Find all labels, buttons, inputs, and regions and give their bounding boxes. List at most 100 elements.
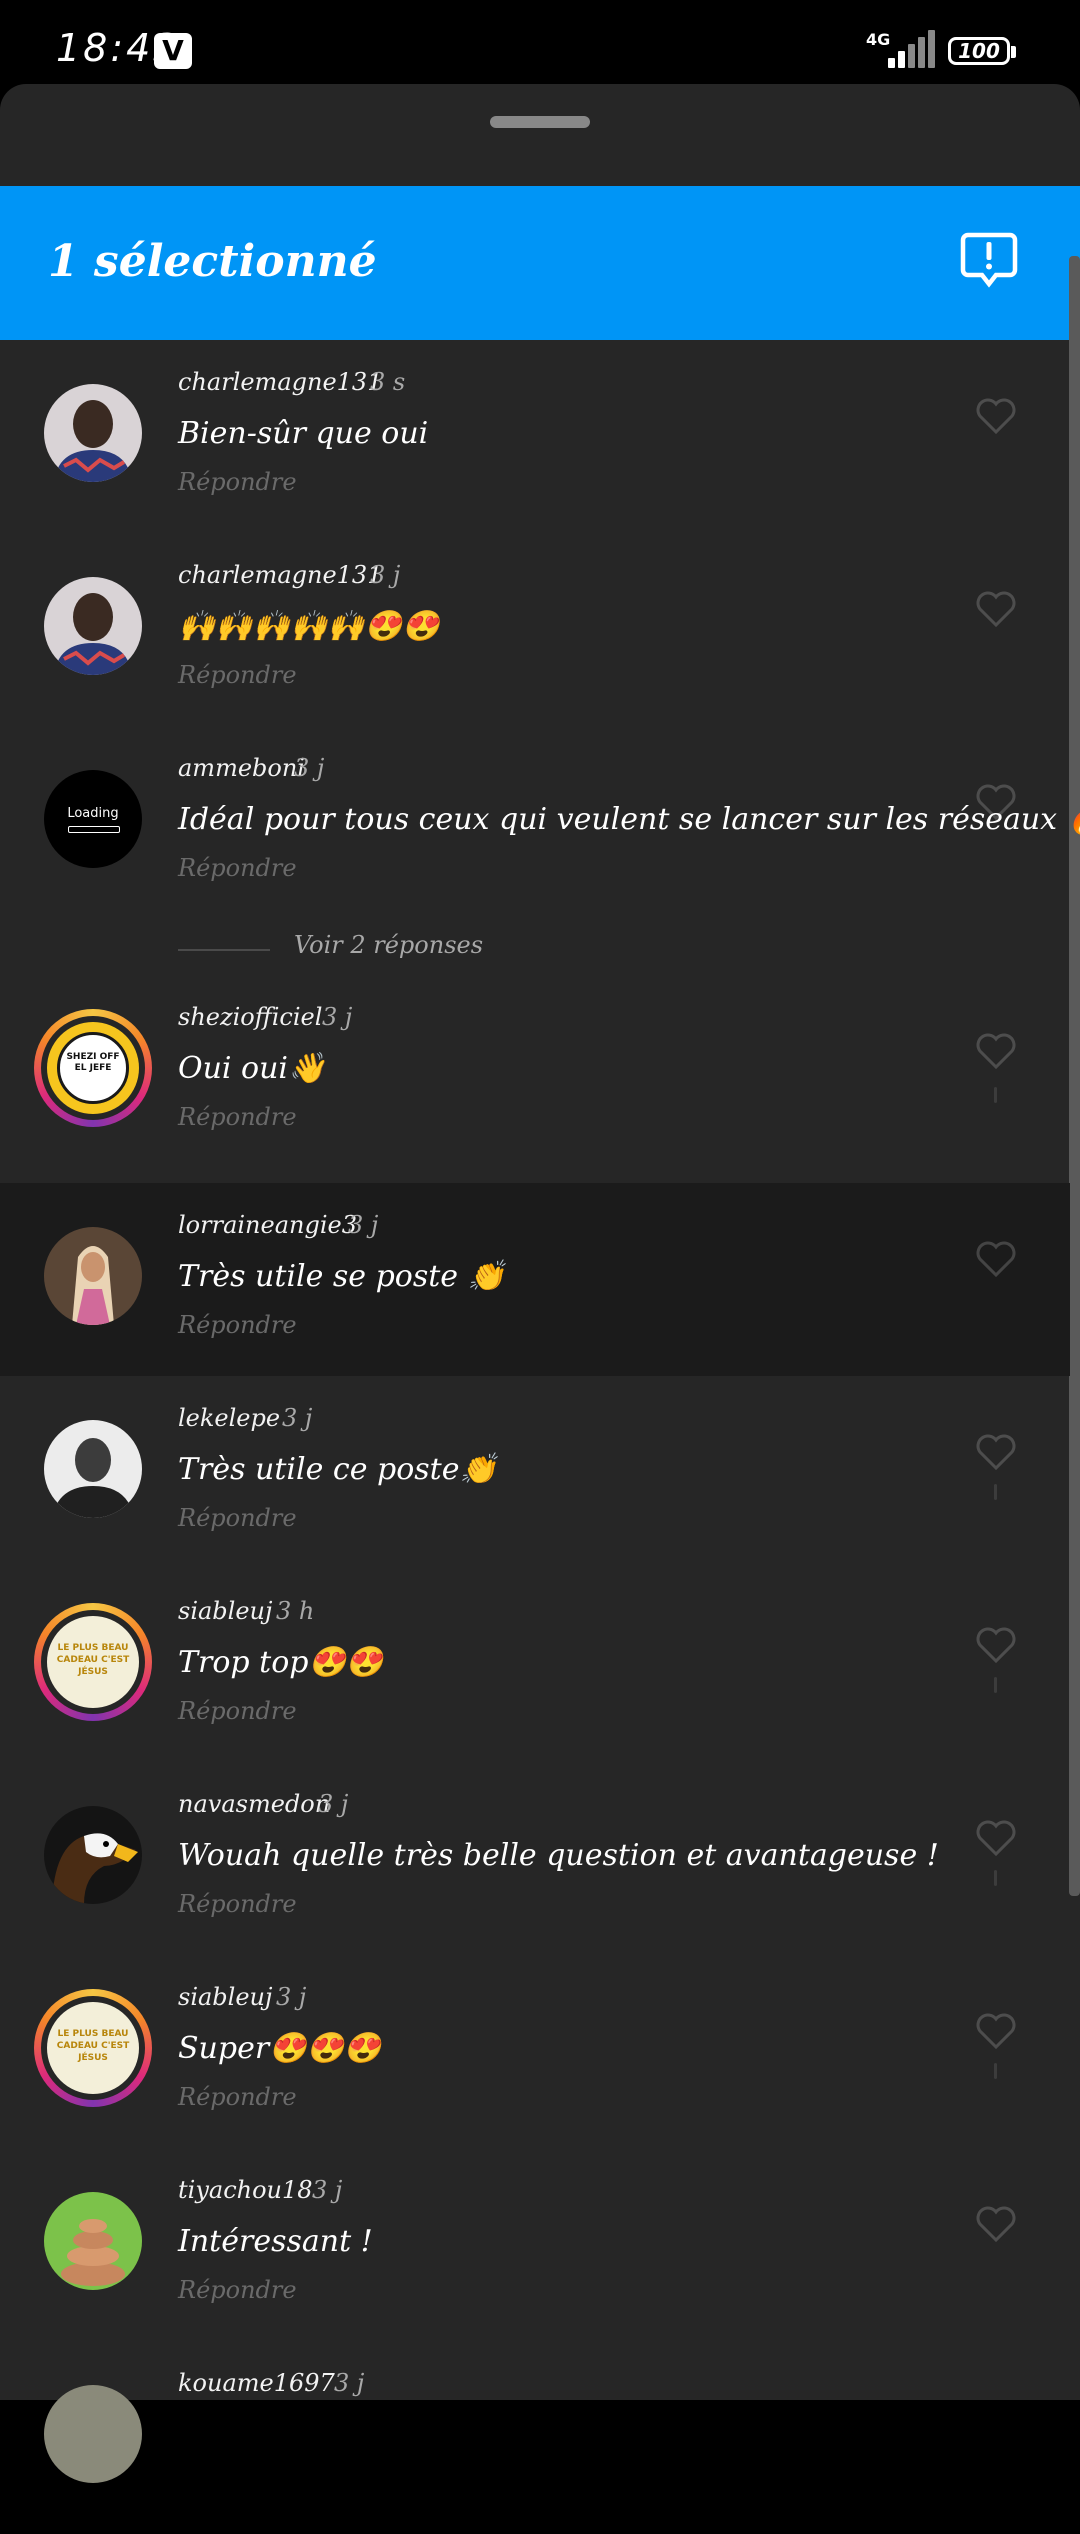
comment-username[interactable]: charlemagne131 bbox=[178, 368, 382, 396]
comment-time: 3 j bbox=[282, 1404, 313, 1432]
comment-username[interactable]: siableuj bbox=[178, 1597, 272, 1625]
comment-text: Super😍😍😍 bbox=[178, 2031, 382, 2066]
signal-icon bbox=[888, 30, 935, 68]
heart-icon[interactable] bbox=[976, 1820, 1016, 1856]
comment-username[interactable]: lorraineangie3 bbox=[178, 1211, 357, 1239]
network-label: 4G bbox=[866, 30, 891, 49]
avatar-pic: LE PLUS BEAU CADEAU C'EST JÉSUS bbox=[47, 2002, 139, 2094]
avatar-pic: SHEZI OFF EL JEFE bbox=[47, 1022, 139, 1114]
comment-row-selected[interactable]: lorraineangie3 3 j Très utile se poste 👏… bbox=[0, 1183, 1070, 1376]
comment-time: 3 h bbox=[276, 1597, 315, 1625]
comment-time: 3 j bbox=[334, 2369, 365, 2397]
comment-text: Très utile ce poste👏 bbox=[178, 1452, 497, 1487]
replies-divider bbox=[178, 949, 270, 951]
comment-text: Intéressant ! bbox=[178, 2224, 373, 2259]
report-icon[interactable] bbox=[960, 232, 1018, 288]
avatar-pic: LE PLUS BEAU CADEAU C'EST JÉSUS bbox=[47, 1616, 139, 1708]
heart-icon[interactable] bbox=[976, 1241, 1016, 1277]
comment-row[interactable]: navasmedon 3 j Wouah quelle très belle q… bbox=[0, 1762, 1070, 1955]
reply-button[interactable]: Répondre bbox=[178, 2276, 297, 2304]
comment-row[interactable]: kouame1697 3 j bbox=[0, 2341, 1070, 2534]
battery-tip bbox=[1011, 46, 1016, 58]
comment-username[interactable]: sheziofficiel bbox=[178, 1003, 322, 1031]
comment-list: charlemagne131 3 s Bien-sûr que oui Répo… bbox=[0, 340, 1080, 2534]
avatar-logo-text: SHEZI OFF EL JEFE bbox=[66, 1052, 120, 1073]
avatar[interactable]: SHEZI OFF EL JEFE bbox=[34, 1009, 152, 1127]
avatar[interactable] bbox=[44, 384, 142, 482]
view-replies-button[interactable]: Voir 2 réponses bbox=[294, 931, 483, 959]
avatar-ring-gap: LE PLUS BEAU CADEAU C'EST JÉSUS bbox=[41, 1996, 145, 2100]
comment-username[interactable]: siableuj bbox=[178, 1983, 272, 2011]
view-replies-row[interactable]: Voir 2 réponses bbox=[0, 919, 1070, 991]
heart-icon[interactable] bbox=[976, 2013, 1016, 2049]
avatar-loading-text: Loading bbox=[67, 806, 119, 821]
comment-time: 3 j bbox=[294, 754, 325, 782]
heart-icon[interactable] bbox=[976, 591, 1016, 627]
reply-button[interactable]: Répondre bbox=[178, 1311, 297, 1339]
comment-text: 🙌🙌🙌🙌🙌😍😍 bbox=[178, 609, 440, 644]
comment-username[interactable]: kouame1697 bbox=[178, 2369, 335, 2397]
heart-icon[interactable] bbox=[976, 2206, 1016, 2242]
comment-row[interactable]: Loading ammeboni 3 j Idéal pour tous ceu… bbox=[0, 726, 1080, 919]
reply-button[interactable]: Répondre bbox=[178, 1697, 297, 1725]
scrollbar[interactable] bbox=[1069, 256, 1080, 1896]
comment-row[interactable]: lekelepe 3 j Très utile ce poste👏 Répond… bbox=[0, 1376, 1070, 1569]
app-badge-icon: V bbox=[154, 33, 192, 69]
comment-username[interactable]: lekelepe bbox=[178, 1404, 280, 1432]
comment-username[interactable]: ammeboni bbox=[178, 754, 305, 782]
heart-icon[interactable] bbox=[976, 1434, 1016, 1470]
reply-button[interactable]: Répondre bbox=[178, 854, 297, 882]
comment-time: 3 s bbox=[370, 368, 406, 396]
battery-icon: 100 bbox=[948, 37, 1010, 65]
comment-username[interactable]: tiyachou18 bbox=[178, 2176, 313, 2204]
heart-icon[interactable] bbox=[976, 1627, 1016, 1663]
comment-time: 3 j bbox=[322, 1003, 353, 1031]
comment-time: 3 j bbox=[318, 1790, 349, 1818]
comment-row[interactable]: charlemagne131 3 j 🙌🙌🙌🙌🙌😍😍 Répondre bbox=[0, 533, 1070, 726]
comment-text: Oui oui👋 bbox=[178, 1051, 326, 1086]
avatar-poster-text: LE PLUS BEAU CADEAU C'EST JÉSUS bbox=[56, 1643, 130, 1677]
comment-text: Trop top😍😍 bbox=[178, 1645, 384, 1680]
reply-button[interactable]: Répondre bbox=[178, 1890, 297, 1918]
selection-bar: 1 sélectionné bbox=[0, 186, 1080, 340]
like-count-bar bbox=[994, 1870, 997, 1886]
comment-row[interactable]: LE PLUS BEAU CADEAU C'EST JÉSUS siableuj… bbox=[0, 1569, 1070, 1762]
avatar[interactable] bbox=[44, 1227, 142, 1325]
reply-button[interactable]: Répondre bbox=[178, 2083, 297, 2111]
avatar[interactable] bbox=[44, 2192, 142, 2290]
comment-text: Wouah quelle très belle question et avan… bbox=[178, 1838, 939, 1873]
comment-time: 3 j bbox=[276, 1983, 307, 2011]
reply-button[interactable]: Répondre bbox=[178, 468, 297, 496]
comment-row[interactable]: tiyachou18 3 j Intéressant ! Répondre bbox=[0, 2148, 1070, 2341]
comment-row[interactable]: charlemagne131 3 s Bien-sûr que oui Répo… bbox=[0, 340, 1070, 533]
heart-icon[interactable] bbox=[976, 1033, 1016, 1069]
like-count-bar bbox=[994, 2063, 997, 2079]
comment-time: 3 j bbox=[312, 2176, 343, 2204]
avatar[interactable]: LE PLUS BEAU CADEAU C'EST JÉSUS bbox=[34, 1603, 152, 1721]
comment-row[interactable]: SHEZI OFF EL JEFE sheziofficiel 3 j Oui … bbox=[0, 991, 1070, 1183]
heart-icon[interactable] bbox=[976, 784, 1016, 820]
reply-button[interactable]: Répondre bbox=[178, 1103, 297, 1131]
comment-username[interactable]: charlemagne131 bbox=[178, 561, 382, 589]
avatar-ring-gap: SHEZI OFF EL JEFE bbox=[41, 1016, 145, 1120]
comment-time: 3 j bbox=[348, 1211, 379, 1239]
avatar[interactable]: LE PLUS BEAU CADEAU C'EST JÉSUS bbox=[34, 1989, 152, 2107]
like-count-bar bbox=[994, 1677, 997, 1693]
avatar[interactable]: Loading bbox=[44, 770, 142, 868]
reply-button[interactable]: Répondre bbox=[178, 661, 297, 689]
status-bar: 18:43 V 4G 100 bbox=[0, 0, 1080, 84]
avatar-ring-gap: LE PLUS BEAU CADEAU C'EST JÉSUS bbox=[41, 1610, 145, 1714]
comment-text: Idéal pour tous ceux qui veulent se lanc… bbox=[178, 802, 1080, 837]
avatar[interactable] bbox=[44, 577, 142, 675]
like-count-bar bbox=[994, 1484, 997, 1500]
reply-button[interactable]: Répondre bbox=[178, 1504, 297, 1532]
drag-handle[interactable] bbox=[490, 116, 590, 128]
heart-icon[interactable] bbox=[976, 398, 1016, 434]
comment-text: Très utile se poste 👏 bbox=[178, 1259, 505, 1294]
like-count-bar bbox=[994, 1087, 997, 1103]
avatar[interactable] bbox=[44, 1420, 142, 1518]
comment-row[interactable]: LE PLUS BEAU CADEAU C'EST JÉSUS siableuj… bbox=[0, 1955, 1070, 2148]
avatar[interactable] bbox=[44, 1806, 142, 1904]
comment-username[interactable]: navasmedon bbox=[178, 1790, 330, 1818]
comment-text: Bien-sûr que oui bbox=[178, 416, 429, 451]
